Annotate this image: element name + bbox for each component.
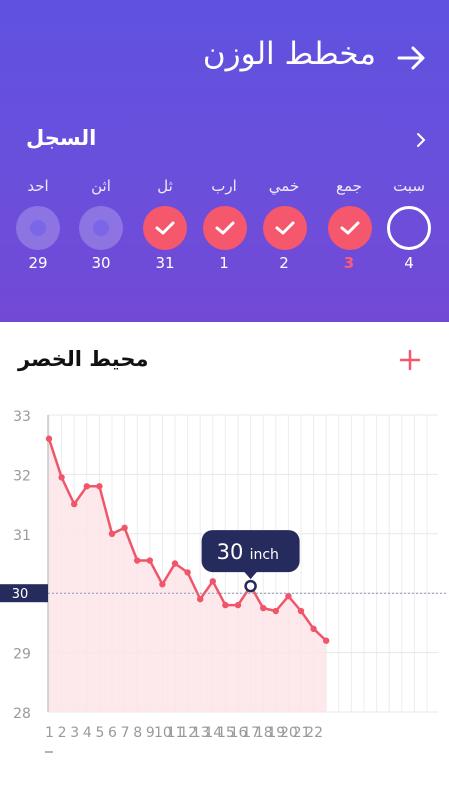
data-point bbox=[134, 557, 141, 564]
x-tick-label: 1 bbox=[45, 725, 54, 741]
check-icon bbox=[215, 221, 235, 235]
y-tick-label: 33 bbox=[13, 409, 31, 425]
data-point bbox=[121, 524, 128, 532]
day-name: اثن bbox=[91, 177, 111, 195]
day-circle[interactable] bbox=[328, 206, 372, 250]
data-point bbox=[209, 578, 216, 585]
data-point bbox=[260, 604, 267, 612]
data-point bbox=[310, 625, 317, 633]
x-tick-label: 2 bbox=[58, 725, 67, 741]
arrow-right-icon[interactable] bbox=[395, 40, 427, 76]
x-tick-label: 8 bbox=[133, 725, 142, 741]
day-circle[interactable] bbox=[203, 206, 247, 250]
data-point bbox=[323, 637, 330, 644]
day-circle[interactable] bbox=[263, 206, 307, 250]
data-point bbox=[71, 500, 78, 508]
day-name: ثل bbox=[157, 177, 173, 195]
day-date: 30 bbox=[91, 254, 111, 272]
day-date: 29 bbox=[28, 254, 48, 272]
data-point bbox=[297, 607, 305, 615]
x-tick-label: 6 bbox=[108, 725, 117, 741]
data-point bbox=[96, 483, 103, 490]
data-point bbox=[108, 530, 116, 537]
data-point bbox=[45, 435, 53, 442]
data-point bbox=[171, 560, 179, 567]
page-title: مخطط الوزن bbox=[202, 36, 376, 72]
x-tick-label: 7 bbox=[121, 725, 130, 741]
highlight-point bbox=[244, 579, 257, 593]
data-point bbox=[222, 601, 229, 609]
y-tick-label: 32 bbox=[13, 468, 31, 484]
data-point bbox=[234, 601, 242, 609]
data-point bbox=[184, 569, 191, 576]
tooltip-unit: inch bbox=[250, 547, 279, 563]
chevron-right-icon[interactable] bbox=[411, 130, 431, 150]
x-tick-label: 5 bbox=[95, 725, 104, 741]
day-name: خمي bbox=[268, 177, 300, 195]
y-tick-label: 28 bbox=[13, 706, 31, 722]
check-icon bbox=[155, 221, 175, 235]
day-date: 2 bbox=[279, 254, 289, 272]
data-point bbox=[146, 557, 153, 564]
day-date: 31 bbox=[155, 254, 175, 272]
data-point bbox=[58, 474, 65, 481]
waist-chart[interactable]: 2829303132333030inch12345678910111213141… bbox=[0, 395, 449, 800]
data-point bbox=[285, 592, 292, 600]
y-tick-label: 29 bbox=[13, 647, 31, 663]
x-tick-label: 4 bbox=[83, 725, 92, 741]
tooltip-value: 30 bbox=[217, 540, 244, 564]
day-name: جمع bbox=[336, 177, 362, 195]
day-date: 4 bbox=[404, 254, 414, 272]
x-tick-label: 3 bbox=[70, 725, 79, 741]
day-circle[interactable] bbox=[143, 206, 187, 250]
check-icon bbox=[340, 221, 360, 235]
header: مخطط الوزن السجل احد اثن ثل ارب خمي جمع … bbox=[0, 0, 449, 322]
day-name: سبت bbox=[393, 177, 425, 195]
record-label: السجل bbox=[26, 126, 97, 150]
day-circle[interactable] bbox=[79, 206, 123, 250]
data-point bbox=[159, 581, 166, 588]
day-name: احد bbox=[27, 177, 49, 195]
day-circle[interactable] bbox=[387, 206, 431, 250]
day-date-today: 3 bbox=[343, 254, 355, 272]
check-icon bbox=[275, 221, 295, 235]
plus-icon[interactable] bbox=[398, 348, 422, 372]
data-point bbox=[83, 483, 91, 490]
day-circle[interactable] bbox=[16, 206, 60, 250]
x-tick-label: 22 bbox=[305, 725, 323, 741]
section-title: محيط الخصر bbox=[18, 347, 149, 371]
day-date: 1 bbox=[219, 254, 229, 272]
y-tick-label: 31 bbox=[13, 528, 31, 544]
day-name: ارب bbox=[211, 177, 237, 195]
data-point bbox=[197, 595, 204, 603]
target-label: 30 bbox=[12, 587, 29, 602]
tooltip-arrow bbox=[243, 571, 258, 580]
data-point bbox=[272, 607, 279, 615]
